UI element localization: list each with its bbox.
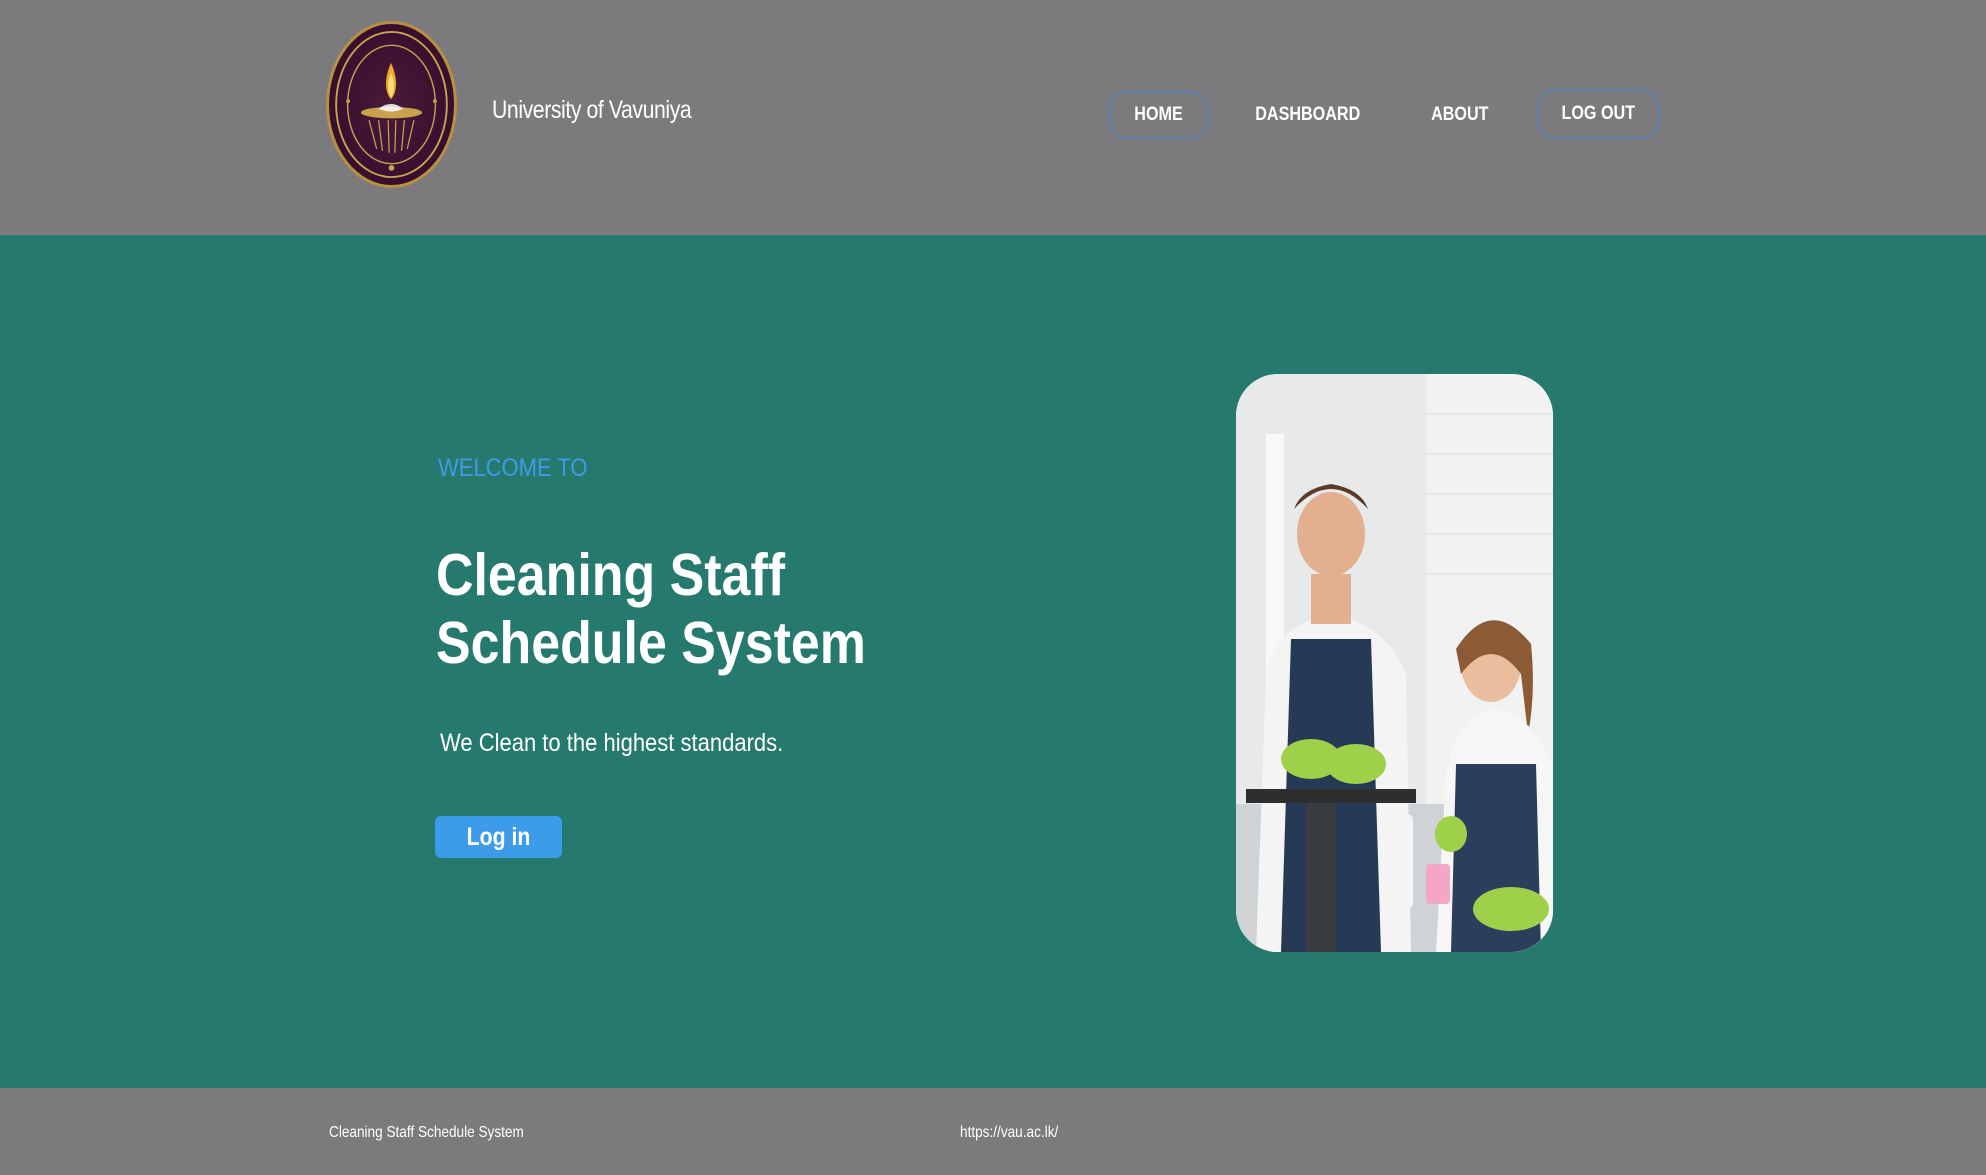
- page-title-line1: Cleaning Staff: [436, 542, 786, 608]
- nav-home-label: HOME: [1134, 104, 1183, 125]
- nav-logout-button[interactable]: LOG OUT: [1537, 89, 1660, 139]
- nav-dashboard-link[interactable]: DASHBOARD: [1245, 91, 1370, 139]
- nav-dashboard-label: DASHBOARD: [1255, 104, 1360, 125]
- welcome-text: WELCOME TO: [438, 454, 588, 482]
- hero-subtitle: We Clean to the highest standards.: [440, 729, 784, 757]
- university-seal-icon[interactable]: [326, 21, 457, 188]
- site-footer: Cleaning Staff Schedule System https://v…: [0, 1088, 1986, 1175]
- hero-section: WELCOME TO Cleaning Staff Schedule Syste…: [0, 235, 1986, 1088]
- page: University of Vavuniya HOME DASHBOARD AB…: [0, 0, 1986, 1175]
- nav-home-button[interactable]: HOME: [1109, 91, 1208, 139]
- page-title: Cleaning Staff Schedule System: [436, 541, 894, 677]
- site-header: University of Vavuniya HOME DASHBOARD AB…: [0, 0, 1986, 235]
- login-button[interactable]: Log in: [435, 816, 562, 858]
- nav-logout-label: LOG OUT: [1561, 103, 1636, 124]
- brand-name: University of Vavuniya: [492, 96, 692, 124]
- cleaning-staff-photo: [1236, 374, 1553, 952]
- login-button-label: Log in: [466, 822, 531, 851]
- footer-title: Cleaning Staff Schedule System: [329, 1124, 524, 1141]
- footer-website-link[interactable]: https://vau.ac.lk/: [960, 1124, 1058, 1142]
- nav-about-link[interactable]: ABOUT: [1420, 91, 1500, 139]
- nav-about-label: ABOUT: [1431, 104, 1489, 125]
- page-title-line2: Schedule System: [436, 610, 866, 676]
